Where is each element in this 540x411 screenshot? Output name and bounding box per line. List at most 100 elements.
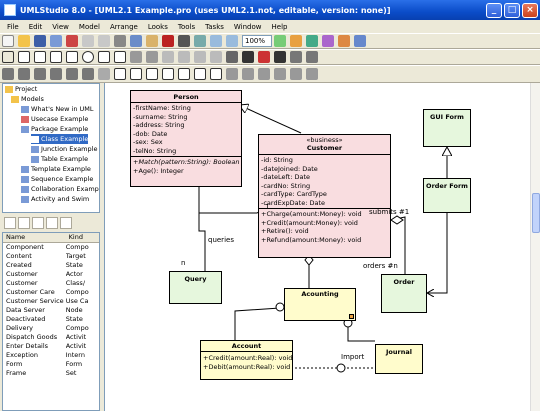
open-icon[interactable] (18, 35, 30, 47)
aggregation-icon[interactable] (18, 68, 30, 80)
search-tab-icon[interactable] (60, 217, 72, 229)
detail-tab-icon[interactable] (32, 217, 44, 229)
gui-form-class[interactable]: GUI Form (423, 109, 471, 147)
redo-icon[interactable] (98, 35, 110, 47)
list-row[interactable]: Dispatch Goods Activit (3, 333, 99, 342)
model-icon[interactable] (322, 35, 334, 47)
help-icon[interactable] (354, 35, 366, 47)
dependency-line[interactable] (427, 213, 448, 293)
menu-tools[interactable]: Tools (173, 23, 200, 31)
align-icon[interactable] (130, 51, 142, 63)
menu-window[interactable]: Window (229, 23, 267, 31)
line-style-icon[interactable] (290, 51, 302, 63)
bold-icon[interactable] (242, 51, 254, 63)
list-row[interactable]: Component Compo (3, 243, 99, 252)
order-class[interactable]: Order (381, 274, 427, 313)
diagram-canvas[interactable]: Person -firstName: String -surname: Stri… (104, 83, 540, 411)
back-icon[interactable] (210, 51, 222, 63)
fill-color-icon[interactable] (258, 51, 270, 63)
person-class[interactable]: Person -firstName: String -surname: Stri… (130, 90, 242, 187)
refresh-icon[interactable] (306, 35, 318, 47)
journal-class[interactable]: Journal (375, 344, 423, 374)
tree-item[interactable]: Collaboration Example (21, 184, 99, 194)
column-name[interactable]: Name (3, 233, 66, 242)
package-tool-icon[interactable] (114, 51, 126, 63)
order-form-class[interactable]: Order Form (423, 178, 471, 213)
tree-item[interactable]: Template Example (21, 164, 91, 174)
realization-icon[interactable] (82, 68, 94, 80)
arrow-style-icon[interactable] (306, 51, 318, 63)
object-icon[interactable] (146, 68, 158, 80)
tree-item-selected[interactable]: Class Example (31, 134, 89, 144)
font-icon[interactable] (226, 51, 238, 63)
find-icon[interactable] (194, 35, 206, 47)
association-line[interactable] (199, 207, 266, 214)
menu-edit[interactable]: Edit (24, 23, 48, 31)
list-row[interactable]: Content Target (3, 252, 99, 261)
list-row[interactable]: Frame Set (3, 369, 99, 378)
tree-item[interactable]: Sequence Example (21, 174, 93, 184)
new-icon[interactable] (2, 35, 14, 47)
menu-model[interactable]: Model (74, 23, 105, 31)
constraint-icon[interactable] (98, 68, 110, 80)
dependency-icon[interactable] (66, 68, 78, 80)
list-row[interactable]: Customer Care Compo (3, 288, 99, 297)
tree-item[interactable]: Activity and Swim (21, 194, 89, 204)
menu-view[interactable]: View (47, 23, 74, 31)
list-row[interactable]: Customer Service Use Ca (3, 297, 99, 306)
generalization-line[interactable] (239, 105, 302, 134)
list-row[interactable]: Form Form (3, 360, 99, 369)
list-row[interactable]: Customer Actor (3, 270, 99, 279)
print-icon[interactable] (178, 35, 190, 47)
line-color-icon[interactable] (274, 51, 286, 63)
paste-icon[interactable] (146, 35, 158, 47)
undo-icon[interactable] (82, 35, 94, 47)
grid-icon[interactable] (274, 35, 286, 47)
list-row[interactable]: Exception Intern (3, 351, 99, 360)
composition-icon[interactable] (34, 68, 46, 80)
tree-item[interactable]: What's New in UML (21, 104, 94, 114)
tree-item[interactable]: Usecase Example (21, 114, 88, 124)
list-row[interactable]: Deactivated State (3, 315, 99, 324)
actor-icon[interactable] (242, 68, 254, 80)
properties-tab-icon[interactable] (4, 217, 16, 229)
association-line[interactable] (198, 186, 206, 271)
component-icon[interactable] (162, 68, 174, 80)
group-icon[interactable] (162, 51, 174, 63)
tool-icon[interactable] (338, 35, 350, 47)
activity-icon[interactable] (274, 68, 286, 80)
menu-arrange[interactable]: Arrange (105, 23, 143, 31)
interface-icon[interactable] (130, 68, 142, 80)
class-shape-icon[interactable] (114, 68, 126, 80)
table-icon[interactable] (194, 68, 206, 80)
swimlane-icon[interactable] (290, 68, 302, 80)
list-tab-icon[interactable] (18, 217, 30, 229)
resize-handle[interactable] (349, 314, 354, 319)
text-tool-icon[interactable] (34, 51, 46, 63)
ungroup-icon[interactable] (178, 51, 190, 63)
list-row[interactable]: Delivery Compo (3, 324, 99, 333)
class-tool-icon[interactable] (18, 51, 30, 63)
vertical-scrollbar[interactable] (530, 83, 540, 411)
zoom-out-icon[interactable] (226, 35, 238, 47)
scrollbar-thumb[interactable] (532, 193, 540, 233)
copy-icon[interactable] (130, 35, 142, 47)
layout-icon[interactable] (290, 35, 302, 47)
customer-class[interactable]: «business» Customer -id: String -dateJoi… (258, 134, 391, 258)
minimize-button[interactable]: _ (486, 2, 502, 18)
front-icon[interactable] (194, 51, 206, 63)
state-icon[interactable] (258, 68, 270, 80)
maximize-button[interactable]: □ (504, 2, 520, 18)
account-class[interactable]: Account +Credit(amount:Real): void +Debi… (200, 340, 293, 380)
tree-item[interactable]: Project (5, 84, 37, 94)
generalization-icon[interactable] (50, 68, 62, 80)
link-tool-icon[interactable] (50, 51, 62, 63)
menu-file[interactable]: File (2, 23, 24, 31)
containment-line[interactable] (234, 307, 281, 340)
frame-icon[interactable] (306, 68, 318, 80)
delete-icon[interactable] (162, 35, 174, 47)
select-tool-icon[interactable] (2, 51, 14, 63)
tree-item[interactable]: Table Example (31, 154, 88, 164)
tree-item[interactable]: Package Example (21, 124, 88, 134)
rect-tool-icon[interactable] (66, 51, 78, 63)
